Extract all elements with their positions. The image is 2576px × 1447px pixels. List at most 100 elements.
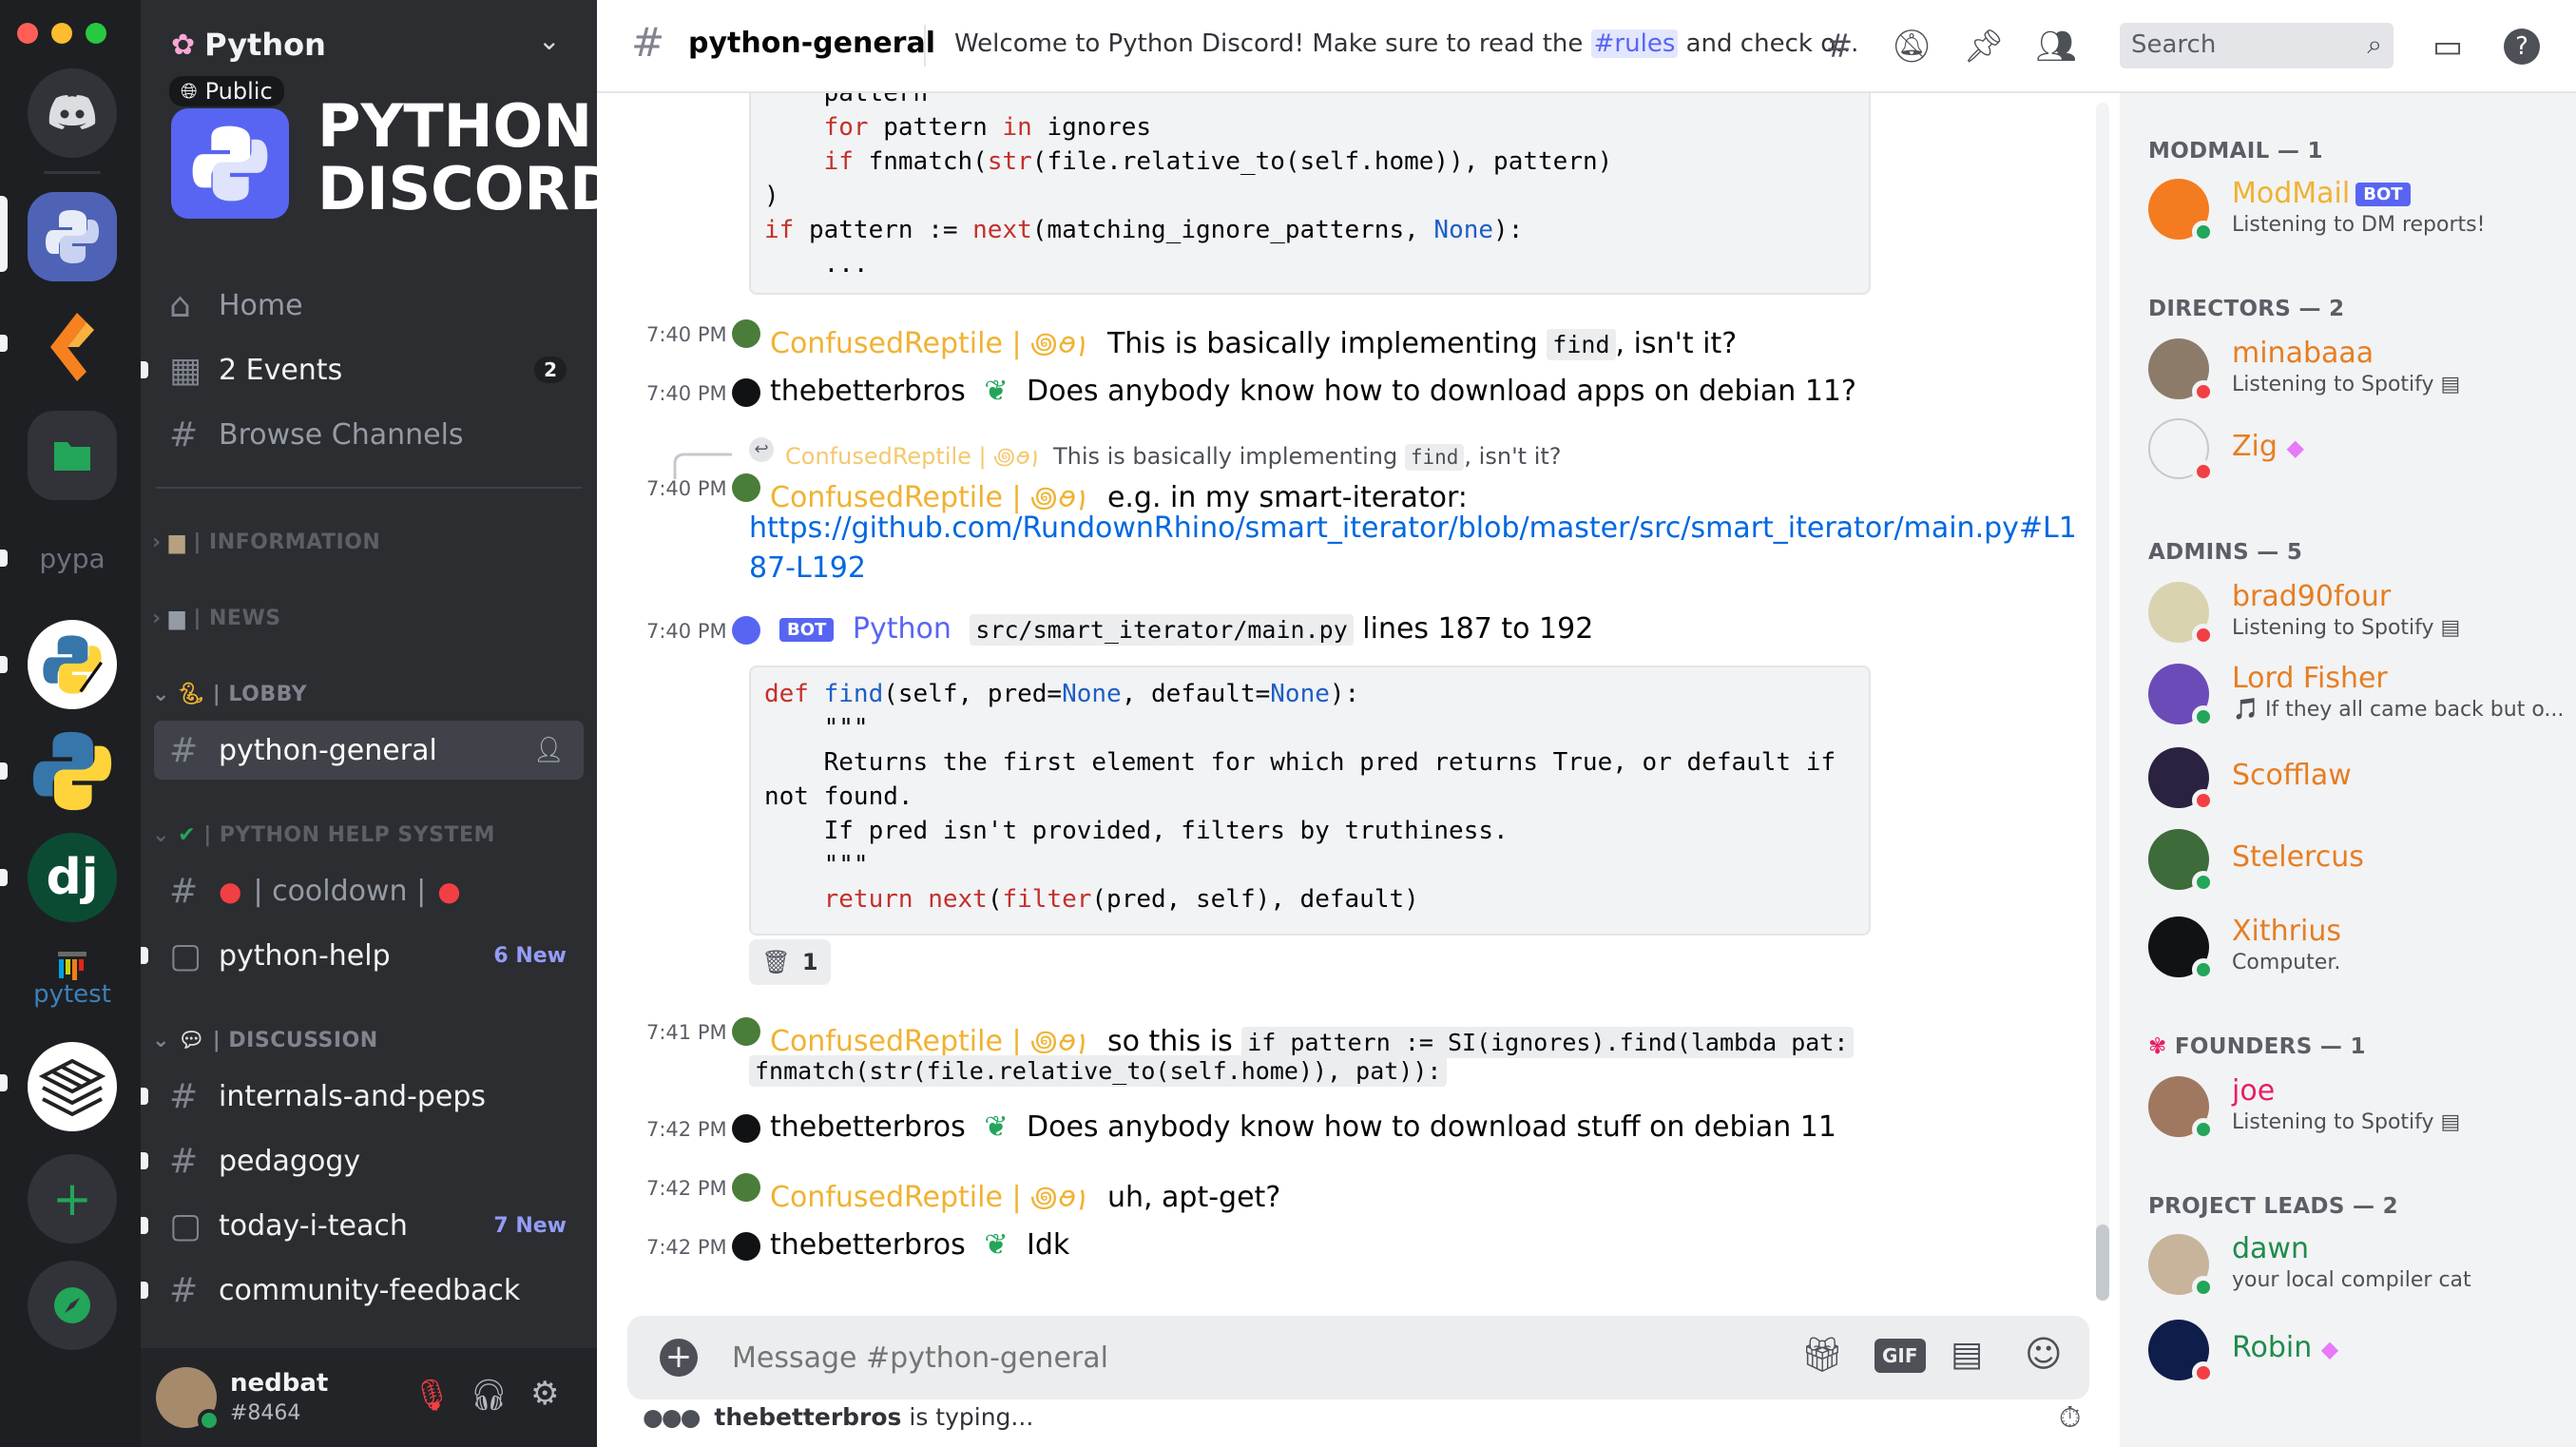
chat-message[interactable]: ↩ ConfusedReptile | ꩜ꪮ꩝ This is basicall… <box>597 434 2080 586</box>
member-zig[interactable]: Zig ◆ <box>2148 411 2566 487</box>
search-input[interactable]: Search ⌕ <box>2120 23 2393 68</box>
chat-message[interactable]: 7:42 PM ConfusedReptile | ꩜ꪮ꩝ uh, apt-ge… <box>597 1167 2080 1214</box>
server-python-blue[interactable] <box>28 726 117 816</box>
message-author[interactable]: ConfusedReptile | ꩜ꪮ꩝ <box>770 1181 1088 1214</box>
avatar[interactable] <box>732 616 760 645</box>
server-header[interactable]: ✿ Python <box>171 27 326 63</box>
pypa-label: pypa <box>39 542 106 574</box>
channel-today-i-teach[interactable]: ▢ today-i-teach 7 New <box>154 1196 584 1255</box>
channel-topic[interactable]: Welcome to Python Discord! Make sure to … <box>954 29 1858 58</box>
avatar[interactable] <box>732 319 760 348</box>
server-pallets[interactable] <box>28 1042 117 1131</box>
channel-pedagogy[interactable]: # pedagogy <box>154 1131 584 1190</box>
gif-icon[interactable]: GIF <box>1874 1339 1926 1373</box>
message-author[interactable]: thebetterbros <box>770 375 966 408</box>
chat-message[interactable]: 7:40 PM thebetterbros ❦ Does anybody kno… <box>597 373 2080 415</box>
server-pytest[interactable]: pytest <box>28 936 117 1025</box>
help-icon[interactable]: ? <box>2500 25 2544 68</box>
category-python-help-system[interactable]: ⌄ ✔ | PYTHON HELP SYSTEM <box>152 823 495 847</box>
avatar[interactable] <box>732 1017 760 1046</box>
avatar[interactable] <box>732 473 760 502</box>
member-xithrius[interactable]: Xithrius Computer. <box>2148 909 2566 985</box>
channel-internals-and-peps[interactable]: # internals-and-peps <box>154 1067 584 1126</box>
reply-text: , isn't it? <box>1464 443 1562 470</box>
category-lobby[interactable]: ⌄ 🐍︎ | LOBBY <box>152 683 307 706</box>
code-text: ): <box>1329 680 1360 708</box>
member-modmail[interactable]: ModMail BOT Listening to DM reports! <box>2148 171 2566 247</box>
member-dawn[interactable]: dawn your local compiler cat <box>2148 1226 2566 1302</box>
chat-message[interactable]: 7:41 PM ConfusedReptile | ꩜ꪮ꩝ so this is… <box>597 1012 2080 1097</box>
code-text: ... <box>764 250 869 279</box>
server-banner[interactable]: ✿ Python ⌄ 🌐︎ Public PYTHON DISCORD <box>141 0 619 257</box>
member-joe[interactable]: joe Listening to Spotify ▤ <box>2148 1069 2566 1145</box>
nav-events[interactable]: ▦ 2 Events 2 <box>154 340 584 399</box>
server-folder[interactable] <box>28 411 117 500</box>
chat-message[interactable]: 7:42 PM thebetterbros ❦ Does anybody kno… <box>597 1109 2080 1150</box>
discord-home-button[interactable] <box>28 68 117 158</box>
headphones-icon[interactable]: 🎧︎ <box>470 1377 509 1413</box>
message-author[interactable]: ConfusedReptile | ꩜ꪮ꩝ <box>770 1025 1088 1058</box>
invite-icon[interactable]: 👤︎ <box>533 736 565 764</box>
member-scofflaw[interactable]: Scofflaw <box>2148 740 2566 816</box>
avatar[interactable] <box>732 1114 760 1143</box>
message-author[interactable]: thebetterbros <box>770 1228 966 1262</box>
sticker-icon[interactable]: ▤ <box>1951 1335 1983 1374</box>
message-composer[interactable]: + 🎁︎ GIF ▤ ☺ <box>627 1316 2089 1399</box>
member-robin[interactable]: Robin ◆ <box>2148 1312 2566 1388</box>
server-python[interactable] <box>28 192 117 281</box>
message-link[interactable]: https://github.com/RundownRhino/smart_it… <box>749 511 2077 545</box>
reaction-button[interactable]: 🗑︎ 1 <box>749 939 831 985</box>
channel-python-general[interactable]: # python-general 👤︎ <box>154 721 584 780</box>
channel-community-feedback[interactable]: # community-feedback <box>154 1261 584 1320</box>
server-python-sketch[interactable] <box>28 620 117 709</box>
nav-browse-channels[interactable]: # Browse Channels <box>154 405 584 464</box>
channel-cooldown-label: | cooldown | <box>253 874 427 908</box>
chat-scrollbar[interactable] <box>2096 103 2109 1301</box>
category-discussion[interactable]: ⌄ 💬︎ | DISCUSSION <box>152 1029 378 1052</box>
add-server-button[interactable]: + <box>28 1154 117 1244</box>
window-close-button[interactable] <box>17 23 38 44</box>
emoji-icon[interactable]: ☺ <box>2025 1333 2063 1375</box>
nav-home[interactable]: ⌂ Home <box>154 276 584 335</box>
channel-cooldown[interactable]: # ● | cooldown | ● <box>154 861 584 920</box>
message-author[interactable]: thebetterbros <box>770 1110 966 1144</box>
avatar[interactable] <box>732 378 760 407</box>
category-news[interactable]: › ▆ | NEWS <box>152 607 281 630</box>
channel-python-help[interactable]: ▢ python-help 6 New <box>154 926 584 985</box>
message-author[interactable]: ConfusedReptile | ꩜ꪮ꩝ <box>770 327 1088 360</box>
member-lord-fisher[interactable]: Lord Fisher 🎵︎ If they all came back but… <box>2148 656 2566 732</box>
member-brad90four[interactable]: brad90four Listening to Spotify ▤ <box>2148 574 2566 650</box>
inbox-icon[interactable]: ▭ <box>2426 25 2470 68</box>
member-minabaaa[interactable]: minabaaa Listening to Spotify ▤ <box>2148 331 2566 407</box>
member-stelercus[interactable]: Stelercus <box>2148 821 2566 897</box>
explore-servers-button[interactable] <box>28 1261 117 1350</box>
chat-message[interactable]: 7:40 PM ConfusedReptile | ꩜ꪮ꩝ This is ba… <box>597 314 2080 360</box>
window-zoom-button[interactable] <box>86 23 106 44</box>
chat-message[interactable]: 7:42 PM thebetterbros ❦ Idk <box>597 1226 2080 1268</box>
category-information[interactable]: › ▆ | INFORMATION <box>152 531 380 554</box>
message-author[interactable]: ConfusedReptile | ꩜ꪮ꩝ <box>770 481 1088 514</box>
message-link[interactable]: 87-L192 <box>749 551 866 585</box>
avatar[interactable] <box>732 1173 760 1202</box>
reply-author[interactable]: ConfusedReptile | ꩜ꪮ꩝ <box>785 443 1040 470</box>
member-list-icon[interactable]: 👥︎ <box>2034 25 2078 68</box>
window-minimize-button[interactable] <box>51 23 72 44</box>
gift-icon[interactable]: 🎁︎ <box>1800 1335 1844 1375</box>
avatar[interactable] <box>732 1232 760 1261</box>
notification-muted-icon[interactable]: 🔕︎ <box>1890 25 1933 68</box>
chevron-down-icon[interactable]: ⌄ <box>538 25 560 56</box>
mic-muted-icon[interactable]: 🎙︎ <box>413 1377 452 1413</box>
threads-icon[interactable]: # <box>1817 25 1861 68</box>
server-kite[interactable] <box>28 302 117 392</box>
attach-plus-icon[interactable]: + <box>660 1339 698 1377</box>
topic-rules-link[interactable]: #rules <box>1590 29 1679 58</box>
scrollbar-thumb[interactable] <box>2096 1225 2109 1301</box>
server-pypa[interactable]: pypa <box>28 513 117 603</box>
chat-message[interactable]: 7:40 PM BOT Python src/smart_iterator/ma… <box>597 610 2080 652</box>
gear-icon[interactable]: ⚙ <box>530 1375 559 1413</box>
server-django[interactable]: dj <box>28 833 117 922</box>
code-text: Returns the first element for which pred… <box>764 748 1836 777</box>
message-input[interactable] <box>732 1329 1454 1386</box>
message-author[interactable]: Python <box>853 612 952 646</box>
pin-icon[interactable]: 📌︎ <box>1962 25 2006 68</box>
